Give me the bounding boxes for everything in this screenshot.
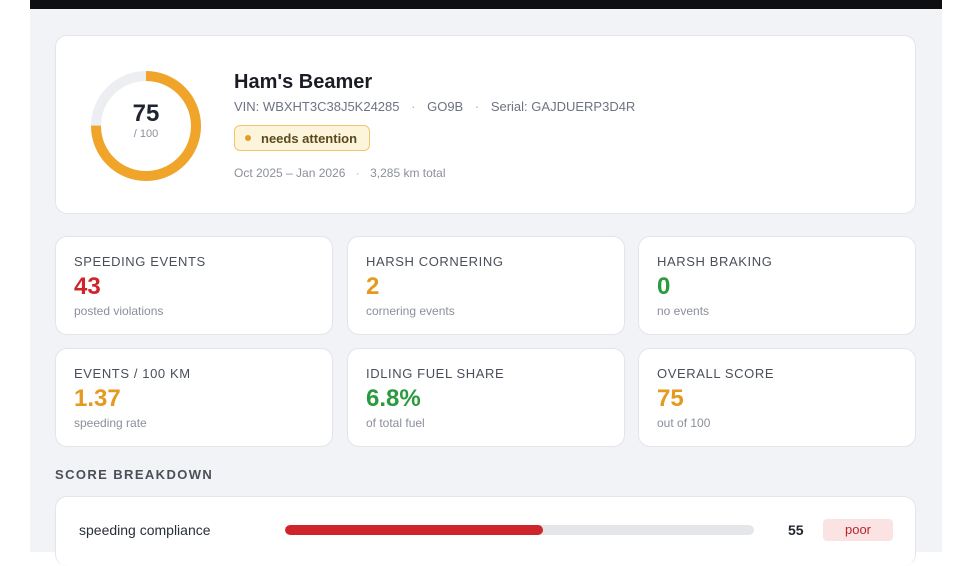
score-value: 75 <box>132 100 160 127</box>
metric-subtext: of total fuel <box>366 416 425 430</box>
metric-card-events-per-100km: EVENTS / 100 KM 1.37 speeding rate <box>55 348 333 447</box>
metric-card-speeding-events: SPEEDING EVENTS 43 posted violations <box>55 236 333 335</box>
breakdown-row-label: speeding compliance <box>79 522 211 538</box>
meta-separator: · <box>474 99 480 114</box>
report-canvas: 75 / 100 Ham's Beamer VIN: WBXHT3C38J5K2… <box>30 9 942 566</box>
metric-subtext: speeding rate <box>74 416 147 430</box>
meta-separator: · <box>411 99 416 114</box>
breakdown-bar-track <box>285 525 754 535</box>
breakdown-bar-fill <box>285 525 543 535</box>
period-separator: · <box>355 166 360 180</box>
metric-label: SPEEDING EVENTS <box>74 254 206 269</box>
serial-label: Serial: <box>490 99 528 114</box>
metric-subtext: cornering events <box>366 304 455 318</box>
serial-value: GAJDUERP3D4R <box>531 99 636 114</box>
metric-label: IDLING FUEL SHARE <box>366 366 505 381</box>
vehicle-summary-card: 75 / 100 Ham's Beamer VIN: WBXHT3C38J5K2… <box>55 35 916 214</box>
metric-label: EVENTS / 100 KM <box>74 366 191 381</box>
vehicle-meta: VIN: WBXHT3C38J5K24285 · GO9B · Serial: … <box>234 99 635 114</box>
metric-value: 1.37 <box>74 385 121 412</box>
metric-subtext: no events <box>657 304 710 318</box>
metric-label: HARSH CORNERING <box>366 254 504 269</box>
report-period: Oct 2025 – Jan 2026 · 3,285 km total <box>234 166 445 180</box>
metric-card-harsh-cornering: HARSH CORNERING 2 cornering events <box>347 236 625 335</box>
status-badge: needs attention <box>234 125 371 151</box>
metric-label: OVERALL SCORE <box>657 366 775 381</box>
window-top-bar <box>30 0 942 9</box>
score-breakdown-card: speeding compliance 55 poor <box>55 496 916 566</box>
metric-card-overall-score: OVERALL SCORE 75 out of 100 <box>638 348 916 447</box>
metric-value: 6.8% <box>366 385 421 412</box>
period-range: Oct 2025 – Jan 2026 <box>234 166 346 180</box>
metric-value: 0 <box>657 273 671 300</box>
status-dot-icon <box>245 135 251 141</box>
score-ring: 75 / 100 <box>86 66 206 186</box>
vin-value: WBXHT3C38J5K24285 <box>262 99 400 114</box>
score-breakdown-heading: SCORE BREAKDOWN <box>55 467 214 482</box>
metric-subtext: out of 100 <box>657 416 711 430</box>
metric-label: HARSH BRAKING <box>657 254 773 269</box>
metric-card-harsh-braking: HARSH BRAKING 0 no events <box>638 236 916 335</box>
vin-label: VIN: <box>234 99 260 114</box>
breakdown-row-value: 55 <box>788 522 804 538</box>
metric-card-idling-fuel-share: IDLING FUEL SHARE 6.8% of total fuel <box>347 348 625 447</box>
distance-total: 3,285 km total <box>370 166 446 180</box>
vehicle-code: GO9B <box>427 99 464 114</box>
status-text: needs attention <box>261 130 358 146</box>
breakdown-rating-badge: poor <box>823 519 893 541</box>
metric-value: 2 <box>366 273 380 300</box>
metric-value: 43 <box>74 273 101 300</box>
vehicle-name: Ham's Beamer <box>234 71 373 93</box>
metric-value: 75 <box>657 385 684 412</box>
score-max: / 100 <box>133 128 159 140</box>
metric-subtext: posted violations <box>74 304 164 318</box>
